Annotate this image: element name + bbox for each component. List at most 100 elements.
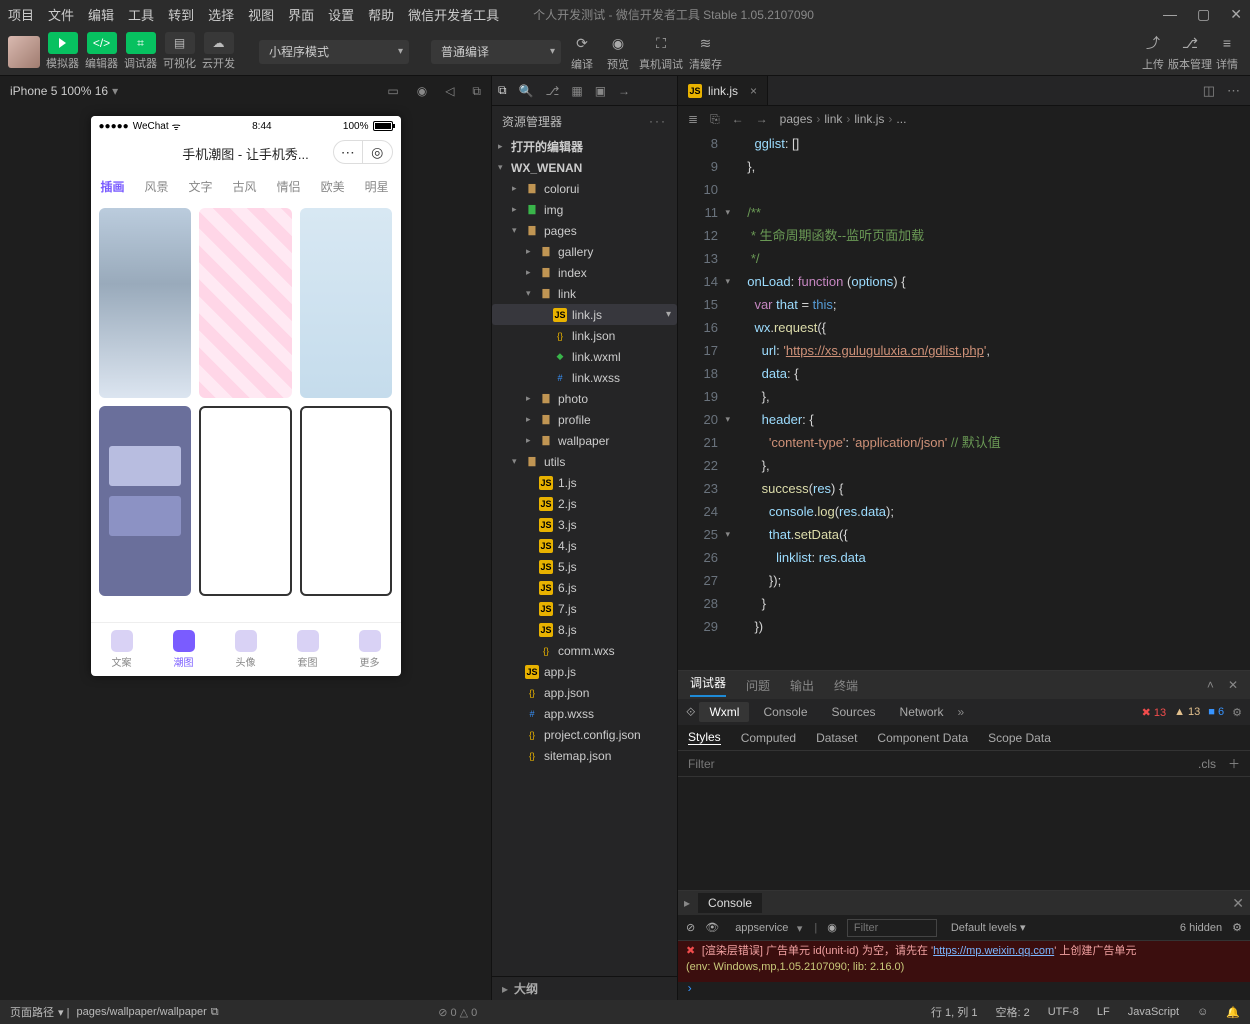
bell-icon[interactable]: 🔔 <box>1226 1006 1240 1019</box>
sources-tab[interactable]: Sources <box>822 702 886 722</box>
bottom-nav[interactable]: 文案潮图头像套图更多 <box>91 622 401 676</box>
feedback-icon[interactable]: ☺ <box>1197 1006 1208 1018</box>
tree-item[interactable]: JS2.js <box>492 493 677 514</box>
category-tab[interactable]: 插画 <box>101 178 125 195</box>
visibility-icon[interactable]: ◉ <box>827 921 837 934</box>
nav-item[interactable]: 潮图 <box>153 623 215 676</box>
close-icon[interactable]: ✕ <box>1228 678 1238 692</box>
category-tabs[interactable]: 插画风景文字古风情侣欧美明星 <box>91 170 401 202</box>
menu-工具[interactable]: 工具 <box>128 5 154 24</box>
list-icon[interactable]: ≣ <box>688 112 698 126</box>
copy-icon[interactable]: ⧉ <box>472 84 481 99</box>
levels-select[interactable]: Default levels ▾ <box>947 919 1030 936</box>
eye-icon[interactable]: 👁 <box>705 921 719 934</box>
thumb-3[interactable] <box>300 208 393 398</box>
simulator-button[interactable] <box>48 32 78 54</box>
add-icon[interactable]: ＋ <box>1228 755 1240 772</box>
terminal-tab[interactable]: 终端 <box>834 677 858 694</box>
project-root[interactable]: ▾WX_WENAN <box>492 157 677 178</box>
console-filter-input[interactable] <box>847 919 937 937</box>
cls-toggle[interactable]: .cls <box>1198 757 1216 771</box>
menu-转到[interactable]: 转到 <box>168 5 194 24</box>
menu-项目[interactable]: 项目 <box>8 5 34 24</box>
split-icon[interactable]: ◫ <box>1203 83 1215 99</box>
context-select[interactable]: appservice <box>729 920 804 936</box>
branch-icon[interactable]: ⎇ <box>546 84 560 98</box>
tree-item[interactable]: {}link.json <box>492 325 677 346</box>
thumb-5[interactable] <box>199 406 292 596</box>
maximize-icon[interactable]: ▢ <box>1197 6 1210 23</box>
tree-item[interactable]: JS6.js <box>492 577 677 598</box>
category-tab[interactable]: 风景 <box>145 178 169 195</box>
more-icon[interactable]: ⋯ <box>334 141 364 163</box>
nav-item[interactable]: 更多 <box>339 623 401 676</box>
tree-item[interactable]: {}sitemap.json <box>492 745 677 766</box>
tree-item[interactable]: #link.wxss <box>492 367 677 388</box>
tree-item[interactable]: {}comm.wxs <box>492 640 677 661</box>
tree-item[interactable]: #app.wxss <box>492 703 677 724</box>
detail-icon[interactable]: ≡ <box>1212 31 1242 55</box>
breadcrumb[interactable]: pages›link›link.js›... <box>780 112 907 126</box>
nav-back-icon[interactable]: ← <box>732 112 744 126</box>
files-icon[interactable]: ⧉ <box>498 83 507 98</box>
thumb-4[interactable] <box>99 406 192 596</box>
thumb-1[interactable] <box>99 208 192 398</box>
search-icon[interactable]: 🔍 <box>519 84 534 98</box>
menu-编辑[interactable]: 编辑 <box>88 5 114 24</box>
bookmark-icon[interactable]: ⎘ <box>710 112 720 127</box>
styles-subtab[interactable]: Computed <box>741 731 796 745</box>
nav-item[interactable]: 头像 <box>215 623 277 676</box>
filter-label[interactable]: Filter <box>688 757 715 771</box>
tree-item[interactable]: ▸▇profile <box>492 409 677 430</box>
encoding[interactable]: UTF-8 <box>1048 1006 1079 1018</box>
outline-panel[interactable]: ▸大纲 <box>492 976 677 1000</box>
console-menu-icon[interactable]: ▸ <box>684 896 690 910</box>
tree-item[interactable]: JS8.js <box>492 619 677 640</box>
phone-simulator[interactable]: ●●●●● WeChat ᯤ 8:44 100% 手机潮图 - 让手机秀... … <box>91 116 401 676</box>
error-badge[interactable]: ✖ 13 <box>1142 706 1167 719</box>
indent[interactable]: 空格: 2 <box>995 1004 1029 1020</box>
cursor-pos[interactable]: 行 1, 列 1 <box>931 1004 977 1020</box>
minimize-icon[interactable]: ― <box>1163 6 1177 22</box>
upload-icon[interactable]: ⤴ <box>1138 31 1168 55</box>
menu-设置[interactable]: 设置 <box>328 5 354 24</box>
chevron-up-icon[interactable]: ˄ <box>1207 678 1214 692</box>
styles-subtab[interactable]: Scope Data <box>988 731 1051 745</box>
tree-item[interactable]: JSapp.js <box>492 661 677 682</box>
box-icon[interactable]: ▣ <box>595 84 606 98</box>
console-tab[interactable]: Console <box>753 702 817 722</box>
cloud-button[interactable]: ☁ <box>204 32 234 54</box>
more-icon[interactable]: ⋯ <box>1227 83 1240 99</box>
console-tab[interactable]: Console <box>698 893 762 913</box>
nav-fwd-icon[interactable]: → <box>756 112 768 126</box>
avatar[interactable] <box>8 36 40 68</box>
wxml-tab[interactable]: Wxml <box>699 702 749 722</box>
editor-tab-linkjs[interactable]: JS link.js × <box>678 76 768 105</box>
tree-item[interactable]: ◆link.wxml <box>492 346 677 367</box>
menu-界面[interactable]: 界面 <box>288 5 314 24</box>
category-tab[interactable]: 明星 <box>365 178 389 195</box>
gear-icon[interactable]: ⚙ <box>1232 921 1242 934</box>
tree-item[interactable]: ▾▇link <box>492 283 677 304</box>
styles-subtab[interactable]: Styles <box>688 730 721 745</box>
tree-item[interactable]: JS3.js <box>492 514 677 535</box>
ext-icon[interactable]: ▦ <box>571 84 582 98</box>
device-label[interactable]: iPhone 5 100% 16 <box>10 84 108 98</box>
tree-item[interactable]: {}app.json <box>492 682 677 703</box>
category-tab[interactable]: 情侣 <box>277 178 301 195</box>
menu-文件[interactable]: 文件 <box>48 5 74 24</box>
more-tabs-icon[interactable]: » <box>958 705 965 719</box>
problems-tab[interactable]: 问题 <box>746 677 770 694</box>
open-editors-group[interactable]: ▸打开的编辑器 <box>492 136 677 157</box>
category-tab[interactable]: 文字 <box>189 178 213 195</box>
category-tab[interactable]: 古风 <box>233 178 257 195</box>
gear-icon[interactable]: ⚙ <box>1232 706 1242 719</box>
tree-item[interactable]: JS5.js <box>492 556 677 577</box>
editor-button[interactable]: </> <box>87 32 117 54</box>
styles-subtab[interactable]: Dataset <box>816 731 857 745</box>
arrow-icon[interactable]: → <box>618 84 630 98</box>
chevron-down-icon[interactable]: ▾ <box>112 84 118 98</box>
mode-select[interactable]: 小程序模式 <box>259 40 409 64</box>
target-icon[interactable]: ◎ <box>363 141 392 163</box>
code-editor[interactable]: 891011▾121314▾151617181920▾2122232425▾26… <box>678 132 1250 670</box>
